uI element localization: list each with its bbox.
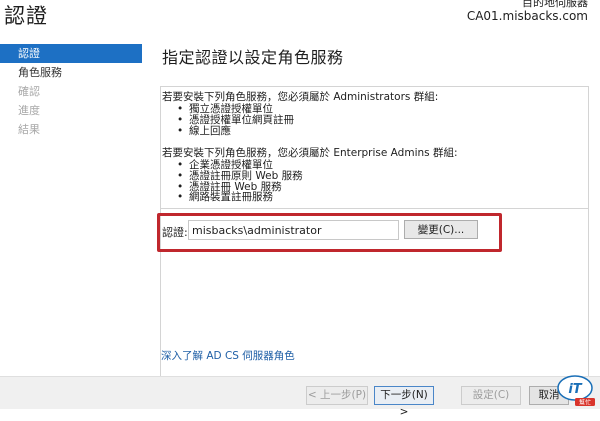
wizard-nav: 認證 角色服務 確認 進度 結果	[0, 44, 142, 139]
list-item: 憑證授權單位網頁註冊	[177, 114, 294, 126]
list-item: 憑證註冊原則 Web 服務	[177, 170, 303, 182]
nav-item-credentials[interactable]: 認證	[0, 44, 142, 63]
admins-role-list: 獨立憑證授權單位 憑證授權單位網頁註冊 線上回應	[177, 104, 294, 137]
learn-more-link[interactable]: 深入了解 AD CS 伺服器角色	[161, 348, 295, 363]
nav-item-progress: 進度	[18, 104, 40, 117]
configure-button[interactable]: 設定(C)	[461, 386, 521, 405]
enterprise-section-intro: 若要安裝下列角色服務，您必須屬於 Enterprise Admins 群組:	[162, 147, 458, 159]
nav-item-results: 結果	[18, 123, 40, 136]
wizard-title: 認證	[4, 4, 48, 28]
list-item: 線上回應	[177, 125, 294, 137]
page-title: 指定認證以設定角色服務	[162, 48, 344, 67]
ithome-logo-icon: iT 幫忙	[557, 375, 595, 407]
previous-button[interactable]: < 上一步(P)	[306, 386, 368, 405]
next-button[interactable]: 下一步(N) >	[374, 386, 434, 418]
nav-item-role-services[interactable]: 角色服務	[0, 63, 142, 82]
nav-item-confirmation: 確認	[18, 85, 40, 98]
wizard-footer: < 上一步(P) 下一步(N) > 設定(C) 取消	[0, 376, 600, 418]
divider	[161, 208, 588, 209]
enterprise-role-list: 企業憑證授權單位 憑證註冊原則 Web 服務 憑證註冊 Web 服務 網路裝置註…	[177, 160, 303, 203]
wizard-header: 認證 目的地伺服器 CA01.misbacks.com	[0, 0, 600, 40]
logo-mark: iT	[568, 382, 582, 397]
admins-section-intro: 若要安裝下列角色服務，您必須屬於 Administrators 群組:	[162, 91, 439, 103]
main-content: 指定認證以設定角色服務 若要安裝下列角色服務，您必須屬於 Administrat…	[160, 40, 590, 388]
credential-highlight-box	[157, 213, 502, 252]
logo-caption: 幫忙	[579, 399, 591, 407]
list-item: 網路裝置註冊服務	[177, 192, 303, 203]
destination-server-name: CA01.misbacks.com	[466, 9, 588, 23]
